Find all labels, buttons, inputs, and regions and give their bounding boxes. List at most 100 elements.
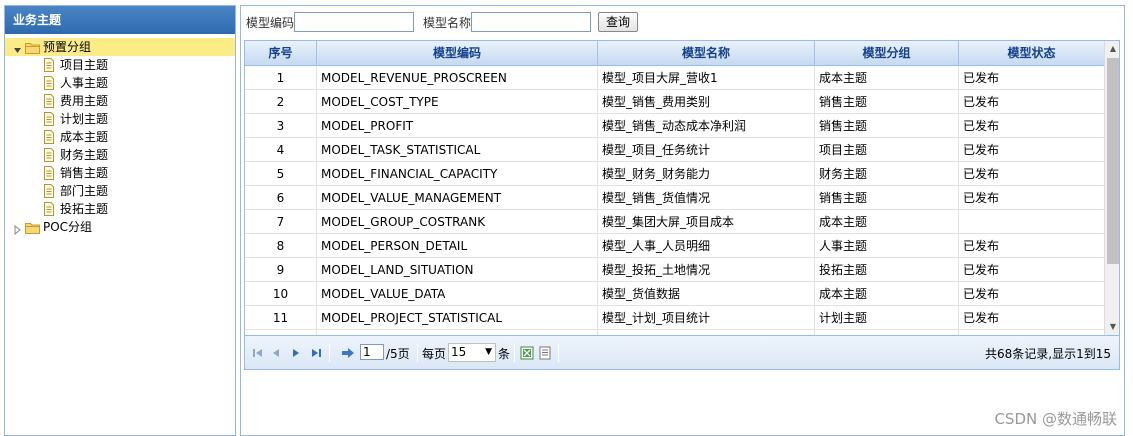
cell-model-status: 已发布 — [963, 263, 1000, 277]
tree-node-label: 预置分组 — [43, 40, 92, 54]
table-row[interactable]: 9 MODEL_LAND_SITUATION 模型_投拓_土地情况 投拓主题 已发布 — [245, 258, 1104, 282]
model-code-label: 模型编码 — [246, 16, 295, 30]
pagination-bar: /5页 每页 15 ▼ 条 共68条记录,显示1到15 — [245, 335, 1119, 369]
tree-node-label: 投拓主题 — [60, 202, 109, 216]
cell-model-group: 财务主题 — [815, 162, 959, 186]
tree-node-item[interactable]: 费用主题 — [5, 92, 235, 110]
left-panel: 业务主题 预置分组项目主题人事主题 费用主题计划主题成本主题财务主题销售主题 部门主… — [4, 5, 236, 436]
table-row[interactable]: 8 MODEL_PERSON_DETAIL 模型_人事_人员明细 人事主题 已发布 — [245, 234, 1104, 258]
scroll-down-arrow-icon[interactable]: ▼ — [1105, 319, 1119, 335]
sidebar-title: 业务主题 — [5, 6, 235, 34]
total-pages-text: /5页 — [386, 347, 410, 361]
per-page-label: 每页 — [422, 347, 447, 361]
cell-model-status: 已发布 — [963, 239, 1000, 253]
cell-model-code: MODEL_COST_TYPE — [317, 90, 598, 114]
cell-model-status — [959, 210, 1104, 234]
column-header-index[interactable]: 序号 — [245, 41, 317, 66]
cell-model-code: MODEL_PROJECT_STATISTICAL — [317, 306, 598, 330]
table-row[interactable]: 3 MODEL_PROFIT 模型_销售_动态成本净利润 销售主题 已发布 — [245, 114, 1104, 138]
cell-model-status: 已发布 — [963, 167, 1000, 181]
document-icon — [43, 148, 55, 162]
cell-model-status: 已发布 — [963, 191, 1000, 205]
cell-model-name: 模型_计划_项目统计 — [598, 306, 815, 330]
cell-model-status: 已发布 — [963, 71, 1000, 85]
document-icon — [43, 184, 55, 198]
export-document-icon[interactable] — [538, 346, 552, 360]
tree-node-label: POC分组 — [43, 220, 93, 234]
tree-node-group[interactable]: 预置分组 — [5, 38, 235, 56]
pager-separator — [329, 344, 330, 362]
cell-model-name: 模型_项目大屏_营收1 — [598, 66, 815, 90]
next-page-icon[interactable] — [289, 346, 303, 360]
cell-model-name: 模型_销售_货值情况 — [598, 186, 815, 210]
column-header-code[interactable]: 模型编码 — [317, 41, 598, 66]
collapse-arrow-icon[interactable] — [13, 42, 22, 53]
grid-vertical-scrollbar[interactable]: ▲ ▼ — [1104, 41, 1119, 335]
table-row[interactable]: 10 MODEL_VALUE_DATA 模型_货值数据 成本主题 已发布 — [245, 282, 1104, 306]
cell-index: 1 — [245, 66, 317, 90]
cell-index: 11 — [245, 306, 317, 330]
column-header-status[interactable]: 模型状态 — [959, 41, 1104, 66]
tree-node-item[interactable]: 投拓主题 — [5, 200, 235, 218]
tree-node-label: 项目主题 — [60, 58, 109, 72]
category-tree: 预置分组项目主题人事主题 费用主题计划主题成本主题财务主题销售主题 部门主题投拓主题… — [5, 34, 235, 236]
expand-arrow-icon[interactable] — [13, 222, 22, 236]
cell-model-code: MODEL_FINANCIAL_CAPACITY — [317, 162, 598, 186]
tree-node-label: 计划主题 — [60, 112, 109, 126]
model-grid: 序号 模型编码 模型名称 模型分组 模型状态 1 MODEL_REVENUE_PR… — [244, 40, 1120, 370]
cell-model-name: 模型_销售_费用类别 — [598, 90, 815, 114]
pager-separator — [417, 344, 418, 362]
cell-model-status: 已发布 — [963, 311, 1000, 325]
folder-icon — [25, 221, 40, 234]
pager-separator — [558, 344, 559, 362]
column-header-group[interactable]: 模型分组 — [815, 41, 959, 66]
prev-page-icon[interactable] — [269, 346, 283, 360]
document-icon — [43, 130, 55, 144]
tree-node-item[interactable]: 项目主题 — [5, 56, 235, 74]
cell-model-code: MODEL_GROUP_COSTRANK — [317, 210, 598, 234]
column-header-name[interactable]: 模型名称 — [598, 41, 815, 66]
cell-model-name: 模型_人事_人员明细 — [598, 234, 815, 258]
cell-index: 6 — [245, 186, 317, 210]
tree-node-group[interactable]: POC分组 — [5, 218, 235, 236]
cell-index: 8 — [245, 234, 317, 258]
cell-model-status: 已发布 — [963, 143, 1000, 157]
search-button[interactable]: 查询 — [598, 12, 638, 32]
table-row[interactable]: 2 MODEL_COST_TYPE 模型_销售_费用类别 销售主题 已发布 — [245, 90, 1104, 114]
export-excel-icon[interactable] — [520, 346, 534, 360]
tree-node-item[interactable]: 成本主题 — [5, 128, 235, 146]
current-page-input[interactable] — [360, 344, 384, 360]
table-row[interactable]: 5 MODEL_FINANCIAL_CAPACITY 模型_财务_财务能力 财务主题已… — [245, 162, 1104, 186]
tree-node-item[interactable]: 人事主题 — [5, 74, 235, 92]
cell-model-group: 成本主题 — [815, 210, 959, 234]
per-page-unit: 条 — [498, 347, 511, 361]
table-row[interactable]: 1 MODEL_REVENUE_PROSCREEN 模型_项目大屏_营收1 成本主题已… — [245, 66, 1104, 90]
watermark: CSDN @数通畅联 — [994, 410, 1117, 428]
tree-node-item[interactable]: 计划主题 — [5, 110, 235, 128]
chevron-down-icon: ▼ — [485, 347, 492, 357]
tree-node-label: 财务主题 — [60, 148, 109, 162]
first-page-icon[interactable] — [251, 346, 265, 360]
table-row[interactable]: 4 MODEL_TASK_STATISTICAL 模型_项目_任务统计 项目主题 已发布 — [245, 138, 1104, 162]
scrollbar-thumb[interactable] — [1107, 58, 1119, 264]
cell-index: 5 — [245, 162, 317, 186]
cell-model-group: 销售主题 — [815, 90, 959, 114]
model-name-input[interactable] — [471, 12, 591, 32]
cell-model-code: MODEL_REVENUE_PROSCREEN — [317, 66, 598, 90]
cell-model-group: 投拓主题 — [815, 258, 959, 282]
table-row[interactable]: 11 MODEL_PROJECT_STATISTICAL 模型_计划_项目统计 计划主… — [245, 306, 1104, 330]
grid-header: 序号 模型编码 模型名称 模型分组 模型状态 — [245, 41, 1104, 66]
model-code-input[interactable] — [294, 12, 414, 32]
tree-node-item[interactable]: 部门主题 — [5, 182, 235, 200]
tree-node-item[interactable]: 财务主题 — [5, 146, 235, 164]
cell-index: 10 — [245, 282, 317, 306]
table-row[interactable]: 6 MODEL_VALUE_MANAGEMENT 模型_销售_货值情况 销售主题 已发布 — [245, 186, 1104, 210]
folder-icon — [25, 41, 40, 54]
scroll-up-arrow-icon[interactable]: ▲ — [1105, 41, 1119, 57]
page-size-select[interactable]: 15 ▼ — [448, 343, 496, 362]
go-to-page-icon[interactable] — [341, 346, 355, 360]
cell-model-code: MODEL_VALUE_DATA — [317, 282, 598, 306]
table-row[interactable]: 7 MODEL_GROUP_COSTRANK 模型_集团大屏_项目成本 成本主题 — [245, 210, 1104, 234]
last-page-icon[interactable] — [309, 346, 323, 360]
tree-node-item[interactable]: 销售主题 — [5, 164, 235, 182]
